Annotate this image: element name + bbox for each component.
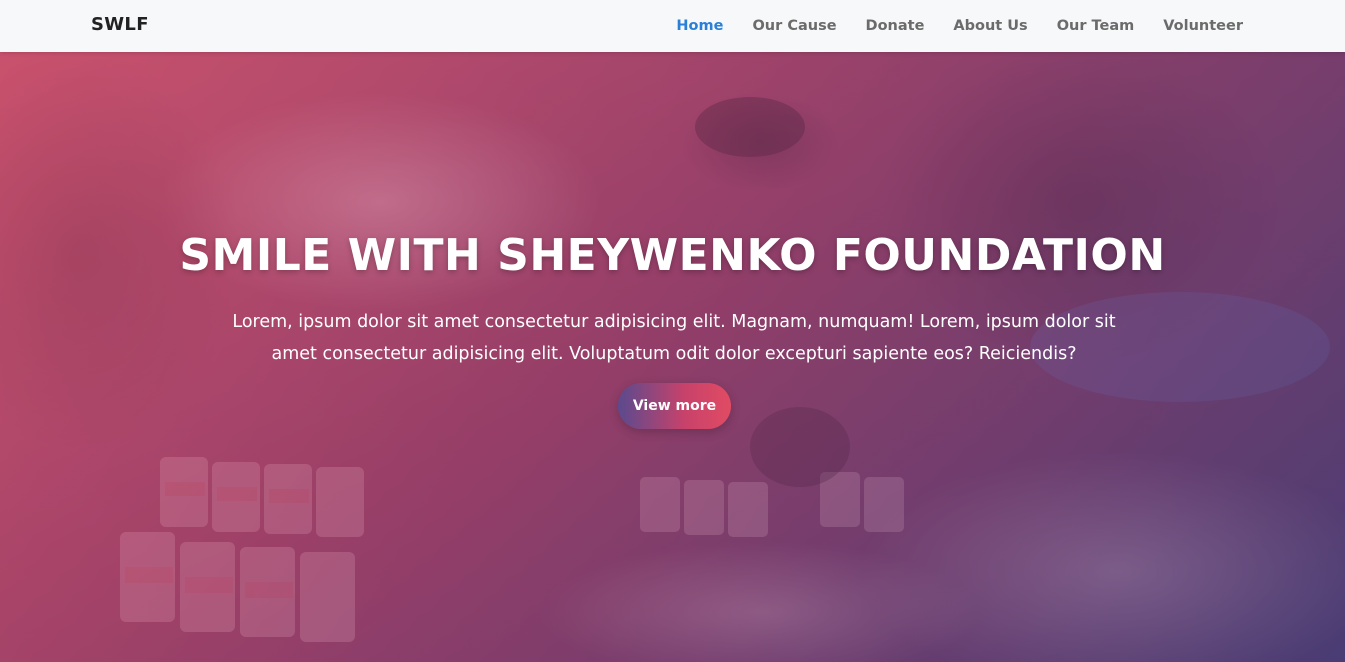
nav-links: Home Our Cause Donate About Us Our Team …	[676, 0, 1243, 52]
nav-link-our-team[interactable]: Our Team	[1057, 18, 1135, 34]
nav-link-donate[interactable]: Donate	[866, 18, 925, 34]
hero-section: SMILE WITH SHEYWENKO FOUNDATION Lorem, i…	[0, 52, 1345, 662]
hero-content: SMILE WITH SHEYWENKO FOUNDATION Lorem, i…	[0, 52, 1345, 662]
nav-link-volunteer[interactable]: Volunteer	[1163, 18, 1243, 34]
nav-link-about-us[interactable]: About Us	[953, 18, 1027, 34]
navbar: SWLF Home Our Cause Donate About Us Our …	[0, 0, 1345, 52]
hero-description: Lorem, ipsum dolor sit amet consectetur …	[232, 312, 1116, 364]
nav-link-our-cause[interactable]: Our Cause	[752, 18, 836, 34]
brand-logo[interactable]: SWLF	[91, 14, 149, 35]
hero-title: SMILE WITH SHEYWENKO FOUNDATION	[179, 230, 1166, 281]
nav-link-home[interactable]: Home	[676, 18, 723, 34]
view-more-button[interactable]: View more	[618, 383, 731, 429]
